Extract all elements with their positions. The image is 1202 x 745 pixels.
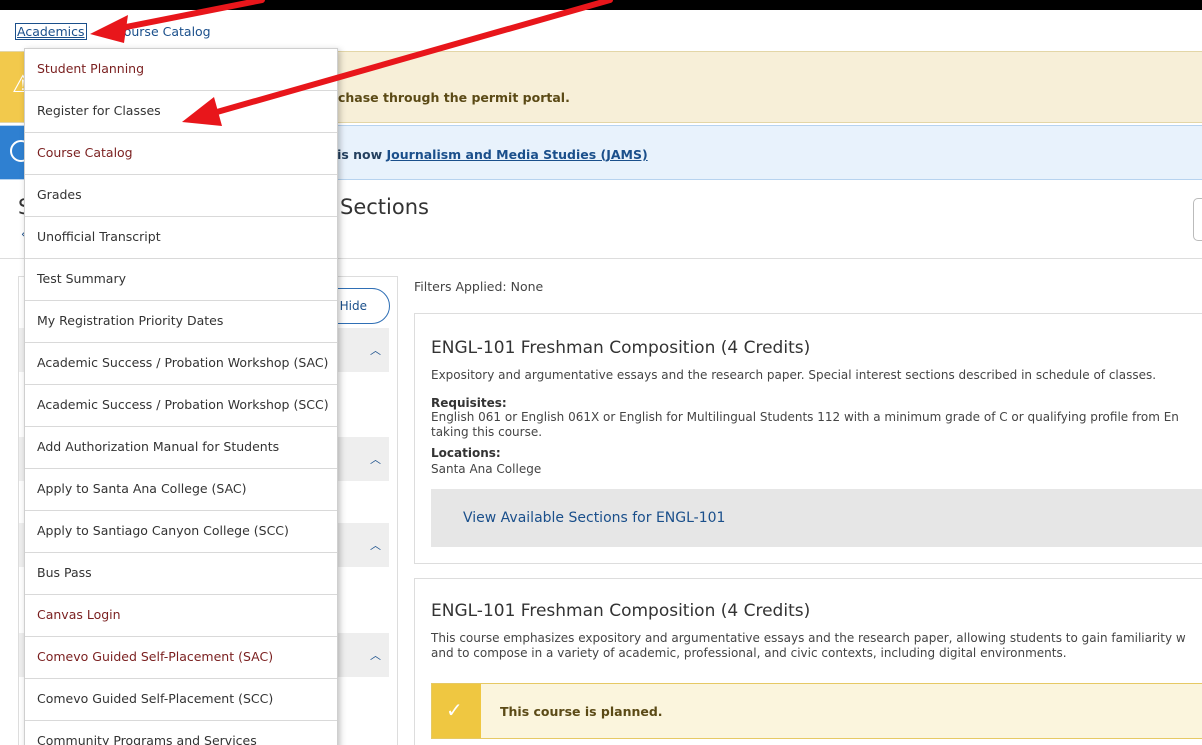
course-card: ENGL-101 Freshman Composition (4 Credits…	[414, 313, 1202, 564]
menu-item[interactable]: Canvas Login	[25, 595, 337, 637]
locations-text: Santa Ana College	[431, 462, 542, 476]
planned-text: This course is planned.	[500, 704, 663, 719]
chevron-up-icon[interactable]: ︿	[370, 537, 381, 553]
chevron-up-icon[interactable]: ︿	[370, 342, 381, 358]
menu-item[interactable]: Academic Success / Probation Workshop (S…	[25, 343, 337, 385]
menu-item[interactable]: Register for Classes	[25, 91, 337, 133]
warning-text: chase through the permit portal.	[338, 90, 570, 105]
planned-notice: ✓ This course is planned.	[431, 683, 1202, 739]
menu-item[interactable]: Community Programs and Services	[25, 721, 337, 745]
menu-item[interactable]: Unofficial Transcript	[25, 217, 337, 259]
top-bar	[0, 0, 1202, 10]
course-card: ENGL-101 Freshman Composition (4 Credits…	[414, 578, 1202, 745]
menu-item[interactable]: Apply to Santa Ana College (SAC)	[25, 469, 337, 511]
header-action-button[interactable]	[1193, 198, 1202, 241]
chevron-up-icon[interactable]: ︿	[370, 451, 381, 467]
academics-dropdown-menu: Student Planning Register for Classes Cour…	[24, 48, 338, 745]
breadcrumb-course-catalog[interactable]: Course Catalog	[115, 24, 211, 39]
info-text: ) is now Journalism and Media Studies (J…	[327, 147, 648, 162]
requisites-text-continued: taking this course.	[431, 425, 543, 439]
requisites-label: Requisites:	[431, 396, 507, 410]
menu-item[interactable]: Comevo Guided Self-Placement (SCC)	[25, 679, 337, 721]
menu-item[interactable]: Grades	[25, 175, 337, 217]
jams-link[interactable]: Journalism and Media Studies (JAMS)	[387, 147, 648, 162]
menu-item[interactable]: Bus Pass	[25, 553, 337, 595]
course-description: This course emphasizes expository and ar…	[431, 631, 1186, 660]
menu-item[interactable]: Apply to Santiago Canyon College (SCC)	[25, 511, 337, 553]
locations-label: Locations:	[431, 446, 501, 460]
menu-item[interactable]: Academic Success / Probation Workshop (S…	[25, 385, 337, 427]
menu-item[interactable]: Course Catalog	[25, 133, 337, 175]
page-title-sections: Sections	[340, 195, 429, 219]
view-sections-button[interactable]: View Available Sections for ENGL-101	[431, 489, 1202, 547]
breadcrumb-academics-link[interactable]: Academics	[15, 23, 87, 40]
course-title[interactable]: ENGL-101 Freshman Composition (4 Credits…	[431, 338, 810, 358]
breadcrumb: Academics Course Catalog	[15, 23, 211, 40]
menu-item[interactable]: Student Planning	[25, 49, 337, 91]
view-sections-label[interactable]: View Available Sections for ENGL-101	[463, 510, 725, 526]
requisites-text: English 061 or English 061X or English f…	[431, 410, 1179, 424]
checkmark-icon: ✓	[446, 698, 463, 722]
menu-item[interactable]: Add Authorization Manual for Students	[25, 427, 337, 469]
menu-item[interactable]: Comevo Guided Self-Placement (SAC)	[25, 637, 337, 679]
course-description: Expository and argumentative essays and …	[431, 368, 1157, 382]
menu-item[interactable]: My Registration Priority Dates	[25, 301, 337, 343]
course-title[interactable]: ENGL-101 Freshman Composition (4 Credits…	[431, 601, 810, 621]
chevron-up-icon[interactable]: ︿	[370, 647, 381, 663]
menu-item[interactable]: Test Summary	[25, 259, 337, 301]
filters-applied: Filters Applied: None	[414, 279, 544, 294]
